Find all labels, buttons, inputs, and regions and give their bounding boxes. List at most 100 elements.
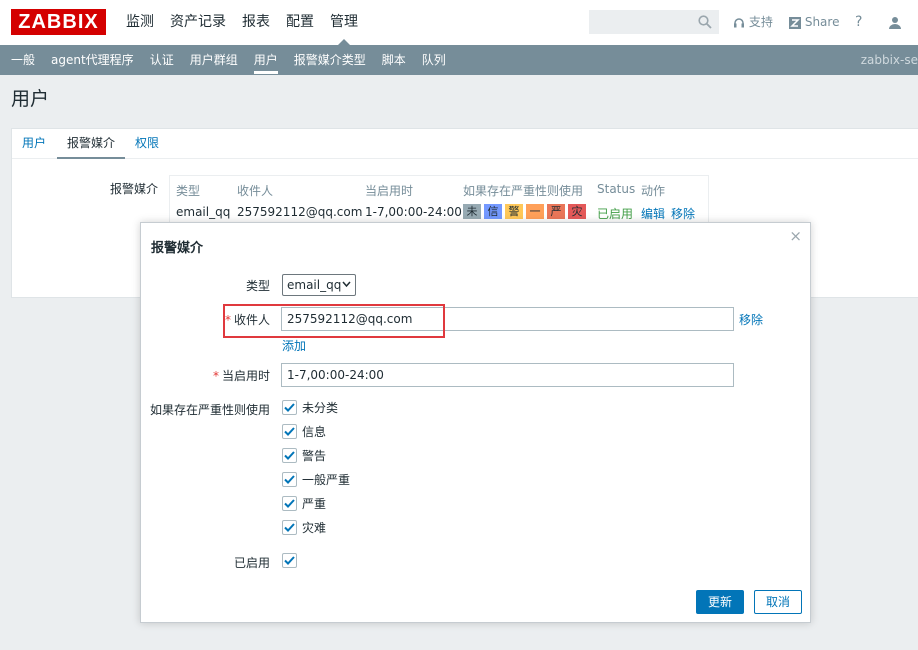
- check-icon: [284, 475, 295, 484]
- search-input[interactable]: [589, 10, 719, 34]
- close-icon[interactable]: ×: [789, 227, 802, 245]
- zabbix-logo[interactable]: ZABBIX: [11, 9, 106, 35]
- check-icon: [284, 523, 295, 532]
- severity-label: 如果存在严重性则使用: [149, 403, 270, 417]
- share-label: Share: [804, 15, 840, 29]
- media-when-cell: 1-7,00:00-24:00: [365, 205, 462, 219]
- subnav-proxies[interactable]: agent代理程序: [43, 45, 142, 75]
- menu-inventory[interactable]: 资产记录: [162, 0, 234, 45]
- top-bar: ZABBIX 监测 资产记录 报表 配置 管理 支持 Share ?: [0, 0, 918, 45]
- share-link[interactable]: Share: [789, 0, 839, 45]
- recipient-remove-link[interactable]: 移除: [739, 311, 763, 328]
- media-remove-link[interactable]: 移除: [671, 205, 695, 222]
- col-severity: 如果存在严重性则使用: [463, 184, 584, 198]
- dialog-title: 报警媒介: [151, 241, 204, 256]
- media-type-cell: email_qq: [176, 205, 231, 219]
- severity-option-label: 未分类: [302, 401, 339, 415]
- severity-badge-warning: 警: [505, 204, 523, 219]
- sub-navigation: 一般 agent代理程序 认证 用户群组 用户 报警媒介类型 脚本 队列 zab…: [0, 45, 918, 75]
- checkbox[interactable]: [282, 400, 297, 415]
- when-active-label: * 当启用时: [213, 367, 270, 384]
- share-z-icon: [789, 16, 801, 29]
- severity-average-checkbox[interactable]: 一般严重: [282, 471, 350, 488]
- severity-option-label: 警告: [302, 449, 327, 463]
- recipient-add-link[interactable]: 添加: [282, 337, 306, 354]
- severity-badge-disaster: 灾: [568, 204, 586, 219]
- search-icon[interactable]: [698, 15, 712, 29]
- col-type: 类型: [176, 184, 201, 198]
- severity-high-checkbox[interactable]: 严重: [282, 495, 326, 512]
- required-asterisk: *: [212, 369, 219, 383]
- checkbox[interactable]: [282, 553, 297, 568]
- severity-not-classified-checkbox[interactable]: 未分类: [282, 399, 338, 416]
- server-name: zabbix-se: [860, 53, 918, 67]
- severity-badges: 未 信 警 一 严 灾: [463, 204, 589, 219]
- tab-media[interactable]: 报警媒介: [57, 129, 126, 159]
- media-status-toggle[interactable]: 已启用: [597, 205, 633, 222]
- check-icon: [284, 403, 295, 412]
- cancel-button[interactable]: 取消: [754, 590, 802, 614]
- media-table: 类型 收件人 当启用时 如果存在严重性则使用 Status 动作 email_q…: [169, 175, 709, 227]
- when-active-label-text: 当启用时: [221, 369, 270, 383]
- subnav-media-types[interactable]: 报警媒介类型: [286, 45, 374, 75]
- enabled-checkbox[interactable]: [282, 553, 302, 568]
- required-asterisk: *: [224, 313, 231, 327]
- type-select[interactable]: email_qq: [282, 274, 356, 296]
- menu-monitoring[interactable]: 监测: [118, 0, 162, 45]
- user-icon: [889, 16, 901, 29]
- severity-disaster-checkbox[interactable]: 灾难: [282, 519, 326, 536]
- check-icon: [284, 556, 295, 565]
- type-label: 类型: [245, 279, 270, 293]
- severity-option-label: 严重: [302, 497, 327, 511]
- menu-administration[interactable]: 管理: [322, 0, 366, 45]
- chevron-down-icon: [342, 281, 351, 288]
- checkbox[interactable]: [282, 448, 297, 463]
- subnav-general[interactable]: 一般: [3, 45, 43, 75]
- media-dialog: 报警媒介 × 类型 email_qq *收件人 移除 添加 *当启用时 如果存在…: [140, 222, 811, 623]
- media-recipient-cell: 257592112@qq.com: [237, 205, 363, 219]
- severity-badge-not-classified: 未: [463, 204, 481, 219]
- severity-warning-checkbox[interactable]: 警告: [282, 447, 326, 464]
- checkbox[interactable]: [282, 496, 297, 511]
- col-recipient: 收件人: [237, 184, 274, 198]
- main-menu: 监测 资产记录 报表 配置 管理: [118, 0, 366, 45]
- page-title: 用户: [11, 88, 50, 110]
- check-icon: [284, 451, 295, 460]
- when-active-input[interactable]: [281, 363, 734, 387]
- subnav-scripts[interactable]: 脚本: [374, 45, 414, 75]
- checkbox[interactable]: [282, 424, 297, 439]
- support-link[interactable]: 支持: [733, 0, 773, 45]
- enabled-label: 已启用: [233, 556, 270, 570]
- subnav-user-groups[interactable]: 用户群组: [182, 45, 246, 75]
- tab-permissions[interactable]: 权限: [135, 129, 159, 157]
- headset-icon: [734, 17, 744, 27]
- recipient-label: * 收件人: [225, 311, 270, 328]
- severity-option-label: 灾难: [302, 521, 327, 535]
- subnav-queue[interactable]: 队列: [414, 45, 454, 75]
- help-button[interactable]: ?: [855, 0, 862, 45]
- recipient-input[interactable]: [281, 307, 734, 331]
- severity-badge-average: 一: [526, 204, 544, 219]
- support-label: 支持: [748, 15, 773, 29]
- check-icon: [284, 427, 295, 436]
- checkbox[interactable]: [282, 472, 297, 487]
- user-profile-button[interactable]: [888, 0, 902, 45]
- col-action: 动作: [641, 184, 666, 198]
- media-edit-link[interactable]: 编辑: [641, 205, 665, 222]
- update-button[interactable]: 更新: [696, 590, 744, 614]
- subnav-users[interactable]: 用户: [246, 45, 286, 75]
- type-select-value: email_qq: [287, 278, 342, 292]
- checkbox[interactable]: [282, 520, 297, 535]
- col-when-active: 当启用时: [365, 184, 414, 198]
- severity-information-checkbox[interactable]: 信息: [282, 423, 326, 440]
- menu-reports[interactable]: 报表: [234, 0, 278, 45]
- severity-option-label: 信息: [302, 425, 327, 439]
- check-icon: [284, 499, 295, 508]
- tab-bar: 用户 报警媒介 权限: [12, 129, 918, 159]
- menu-configuration[interactable]: 配置: [278, 0, 322, 45]
- col-status: Status: [597, 182, 636, 196]
- subnav-authentication[interactable]: 认证: [142, 45, 182, 75]
- tab-user[interactable]: 用户: [22, 129, 46, 157]
- recipient-label-text: 收件人: [233, 313, 270, 327]
- severity-option-label: 一般严重: [302, 473, 351, 487]
